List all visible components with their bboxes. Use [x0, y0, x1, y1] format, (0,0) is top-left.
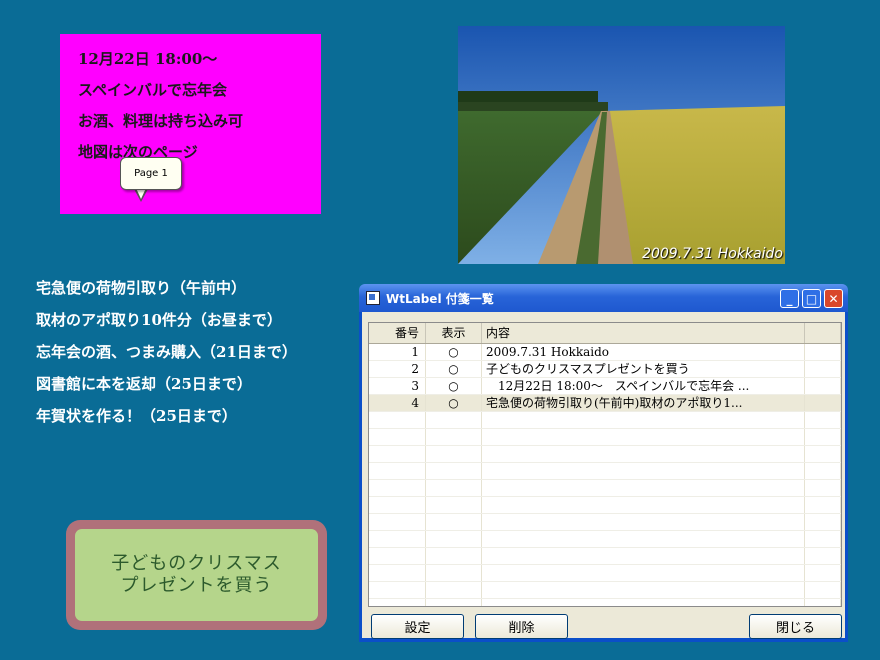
table-row[interactable]: 2 ○ 子どものクリスマスプレゼントを買う [369, 361, 841, 378]
note-line: 地図は次のページ [78, 143, 198, 161]
todo-item: 宅急便の荷物引取り（午前中） [36, 279, 247, 297]
empty-row [369, 531, 841, 548]
table-header: 番号 表示 内容 [369, 323, 841, 344]
empty-row [369, 548, 841, 565]
note-line: プレゼントを買う [120, 575, 273, 596]
note-line: スペインバルで忘年会 [78, 81, 227, 99]
sticky-note-green[interactable]: 子どものクリスマス プレゼントを買う [66, 520, 327, 630]
cell-number: 4 [369, 395, 426, 411]
close-button[interactable]: 閉じる [749, 614, 842, 639]
empty-row [369, 429, 841, 446]
photo-note[interactable]: 2009.7.31 Hokkaido [458, 26, 785, 264]
cell-content: 子どものクリスマスプレゼントを買う [482, 361, 805, 377]
todo-item: 図書館に本を返却（25日まで） [36, 375, 252, 393]
cell-number: 3 [369, 378, 426, 394]
cell-content: 2009.7.31 Hokkaido [482, 344, 805, 360]
notes-table: 番号 表示 内容 1 ○ 2009.7.31 Hokkaido 2 ○ 子どもの… [368, 322, 842, 607]
todo-item: 忘年会の酒、つまみ購入（21日まで） [36, 343, 297, 361]
todo-item: 取材のアポ取り10件分（お昼まで） [36, 311, 282, 329]
cell-show[interactable]: ○ [426, 344, 482, 360]
empty-row [369, 565, 841, 582]
todo-list[interactable]: 宅急便の荷物引取り（午前中） 取材のアポ取り10件分（お昼まで） 忘年会の酒、つ… [36, 272, 297, 432]
table-row[interactable]: 3 ○ 12月22日 18:00～ スペインバルで忘年会 ... [369, 378, 841, 395]
wtlabel-list-window: WtLabel 付箋一覧 _ □ ✕ 番号 表示 内容 1 ○ 2009.7.3… [359, 284, 848, 642]
window-client: 番号 表示 内容 1 ○ 2009.7.31 Hokkaido 2 ○ 子どもの… [362, 312, 845, 640]
photo-caption: 2009.7.31 Hokkaido [642, 246, 783, 262]
close-window-button[interactable]: ✕ [824, 289, 843, 308]
settings-button[interactable]: 設定 [371, 614, 464, 639]
empty-row [369, 463, 841, 480]
window-title: WtLabel 付箋一覧 [386, 291, 494, 306]
note-line: 子どものクリスマス [111, 553, 282, 574]
table-body: 1 ○ 2009.7.31 Hokkaido 2 ○ 子どものクリスマスプレゼン… [369, 344, 841, 606]
column-header-number[interactable]: 番号 [369, 323, 426, 343]
empty-row [369, 446, 841, 463]
empty-row [369, 514, 841, 531]
table-row-selected[interactable]: 4 ○ 宅急便の荷物引取り(午前中)取材のアポ取り1... [369, 395, 841, 412]
window-titlebar[interactable]: WtLabel 付箋一覧 _ □ ✕ [359, 284, 848, 312]
cell-show[interactable]: ○ [426, 395, 482, 411]
app-icon [366, 291, 380, 305]
window-button-bar: 設定 削除 閉じる [368, 614, 842, 640]
empty-row [369, 480, 841, 497]
cell-number: 1 [369, 344, 426, 360]
sticky-note-green-body: 子どものクリスマス プレゼントを買う [75, 529, 318, 621]
column-header-content[interactable]: 内容 [482, 323, 805, 343]
delete-button[interactable]: 削除 [475, 614, 568, 639]
cell-content: 12月22日 18:00～ スペインバルで忘年会 ... [482, 378, 805, 394]
field-photo [458, 26, 785, 264]
column-header-show[interactable]: 表示 [426, 323, 482, 343]
empty-row [369, 582, 841, 599]
empty-row [369, 497, 841, 514]
table-row[interactable]: 1 ○ 2009.7.31 Hokkaido [369, 344, 841, 361]
page-tooltip: Page 1 [120, 157, 182, 190]
cell-show[interactable]: ○ [426, 361, 482, 377]
note-line: お酒、料理は持ち込み可 [78, 112, 244, 130]
empty-row [369, 599, 841, 606]
cell-content: 宅急便の荷物引取り(午前中)取材のアポ取り1... [482, 395, 805, 411]
column-header-blank [805, 323, 841, 343]
minimize-button[interactable]: _ [780, 289, 799, 308]
cell-show[interactable]: ○ [426, 378, 482, 394]
note-line: 12月22日 18:00～ [78, 50, 218, 68]
maximize-button[interactable]: □ [802, 289, 821, 308]
sticky-note-magenta[interactable]: 12月22日 18:00～ スペインバルで忘年会 お酒、料理は持ち込み可 地図は… [60, 34, 321, 214]
cell-number: 2 [369, 361, 426, 377]
todo-item: 年賀状を作る！（25日まで） [36, 407, 237, 425]
empty-row [369, 412, 841, 429]
